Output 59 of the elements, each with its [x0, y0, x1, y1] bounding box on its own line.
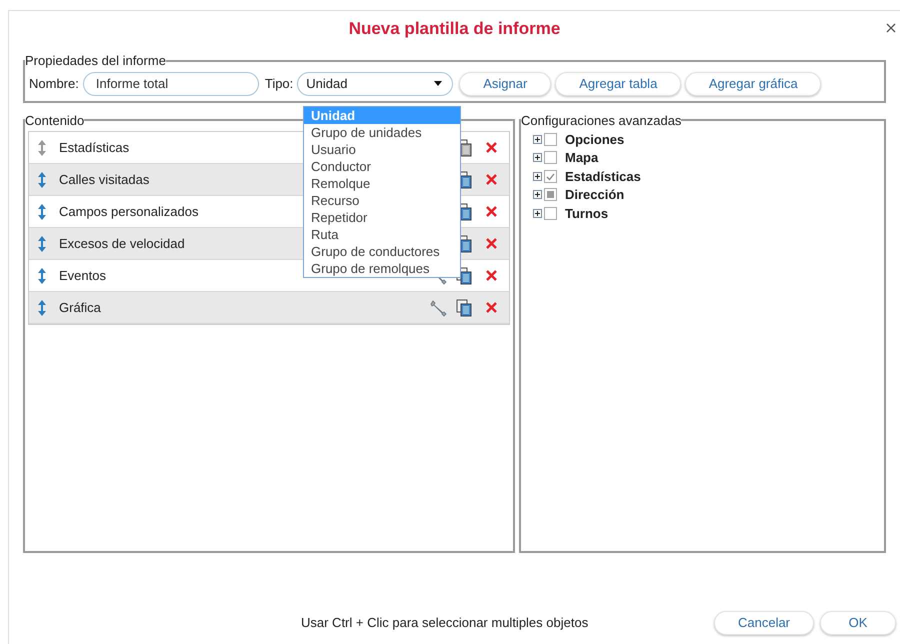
- move-arrow-icon[interactable]: [37, 170, 47, 188]
- move-arrow-icon[interactable]: [37, 266, 47, 284]
- panel-legend: Propiedades del informe: [25, 51, 166, 70]
- expand-icon[interactable]: [533, 134, 542, 144]
- delete-icon[interactable]: [486, 174, 497, 185]
- window-title: Nueva plantilla de informe: [348, 18, 560, 40]
- move-arrow-icon[interactable]: [37, 138, 47, 156]
- delete-icon[interactable]: [486, 302, 497, 313]
- hint-text: Usar Ctrl + Clic para seleccionar multiples objetos: [301, 614, 588, 632]
- delete-icon[interactable]: [486, 206, 497, 217]
- checkbox[interactable]: [544, 170, 557, 183]
- move-arrow-icon[interactable]: [37, 298, 47, 316]
- action-button[interactable]: Agregar tabla: [555, 72, 682, 96]
- dropdown-option[interactable]: Grupo de remolques: [304, 260, 460, 276]
- row-label: Calles visitadas: [59, 170, 150, 189]
- type-select[interactable]: Unidad: [297, 72, 454, 96]
- dropdown-option[interactable]: Grupo de conductores: [304, 242, 460, 260]
- checkbox[interactable]: [544, 188, 557, 202]
- copy-icon[interactable]: [455, 298, 473, 316]
- panel-legend: Contenido: [25, 110, 84, 130]
- dialog-button[interactable]: Cancelar: [714, 611, 814, 635]
- dropdown-option[interactable]: Remolque: [304, 174, 460, 192]
- row-label: Estadísticas: [59, 138, 130, 157]
- expand-icon[interactable]: [533, 208, 542, 218]
- delete-icon[interactable]: [486, 142, 497, 153]
- copy-icon[interactable]: [455, 266, 473, 284]
- caret-icon: [434, 81, 442, 86]
- checkbox[interactable]: [544, 151, 557, 164]
- panel-legend: Configuraciones avanzadas: [521, 110, 682, 130]
- field-label: Nombre:: [29, 74, 79, 93]
- checkbox[interactable]: [544, 206, 557, 220]
- expand-icon[interactable]: [533, 153, 542, 162]
- tree-item-label[interactable]: Opciones: [565, 130, 624, 149]
- row-label: Gráfica: [59, 298, 101, 317]
- tree-item-label[interactable]: Estadísticas: [565, 166, 641, 186]
- close-button[interactable]: [884, 21, 898, 35]
- name-field[interactable]: Informe total: [82, 72, 259, 96]
- tree-item-label[interactable]: Dirección: [565, 185, 624, 204]
- close-icon: [886, 23, 896, 33]
- dialog-button[interactable]: OK: [820, 611, 896, 635]
- delete-icon[interactable]: [486, 270, 497, 281]
- field-label: Tipo:: [264, 74, 294, 93]
- delete-icon[interactable]: [486, 238, 497, 249]
- row-label: Eventos: [59, 266, 106, 285]
- tree-item-label[interactable]: Mapa: [565, 148, 598, 168]
- move-arrow-icon[interactable]: [37, 234, 47, 252]
- dropdown-option[interactable]: Ruta: [304, 226, 460, 242]
- tree-item-label[interactable]: Turnos: [565, 204, 608, 223]
- dropdown-option[interactable]: Usuario: [304, 140, 460, 158]
- expand-icon[interactable]: [533, 172, 542, 181]
- row-label: Excesos de velocidad: [59, 234, 185, 253]
- checkbox[interactable]: [544, 132, 557, 146]
- action-button[interactable]: Agregar gráfica: [685, 72, 822, 96]
- expand-icon[interactable]: [533, 190, 542, 200]
- content-row[interactable]: Gráfica: [29, 292, 509, 324]
- move-arrow-icon[interactable]: [37, 202, 47, 220]
- dropdown-option[interactable]: Repetidor: [304, 208, 460, 226]
- action-button[interactable]: Asignar: [459, 72, 552, 96]
- row-label: Campos personalizados: [59, 202, 198, 221]
